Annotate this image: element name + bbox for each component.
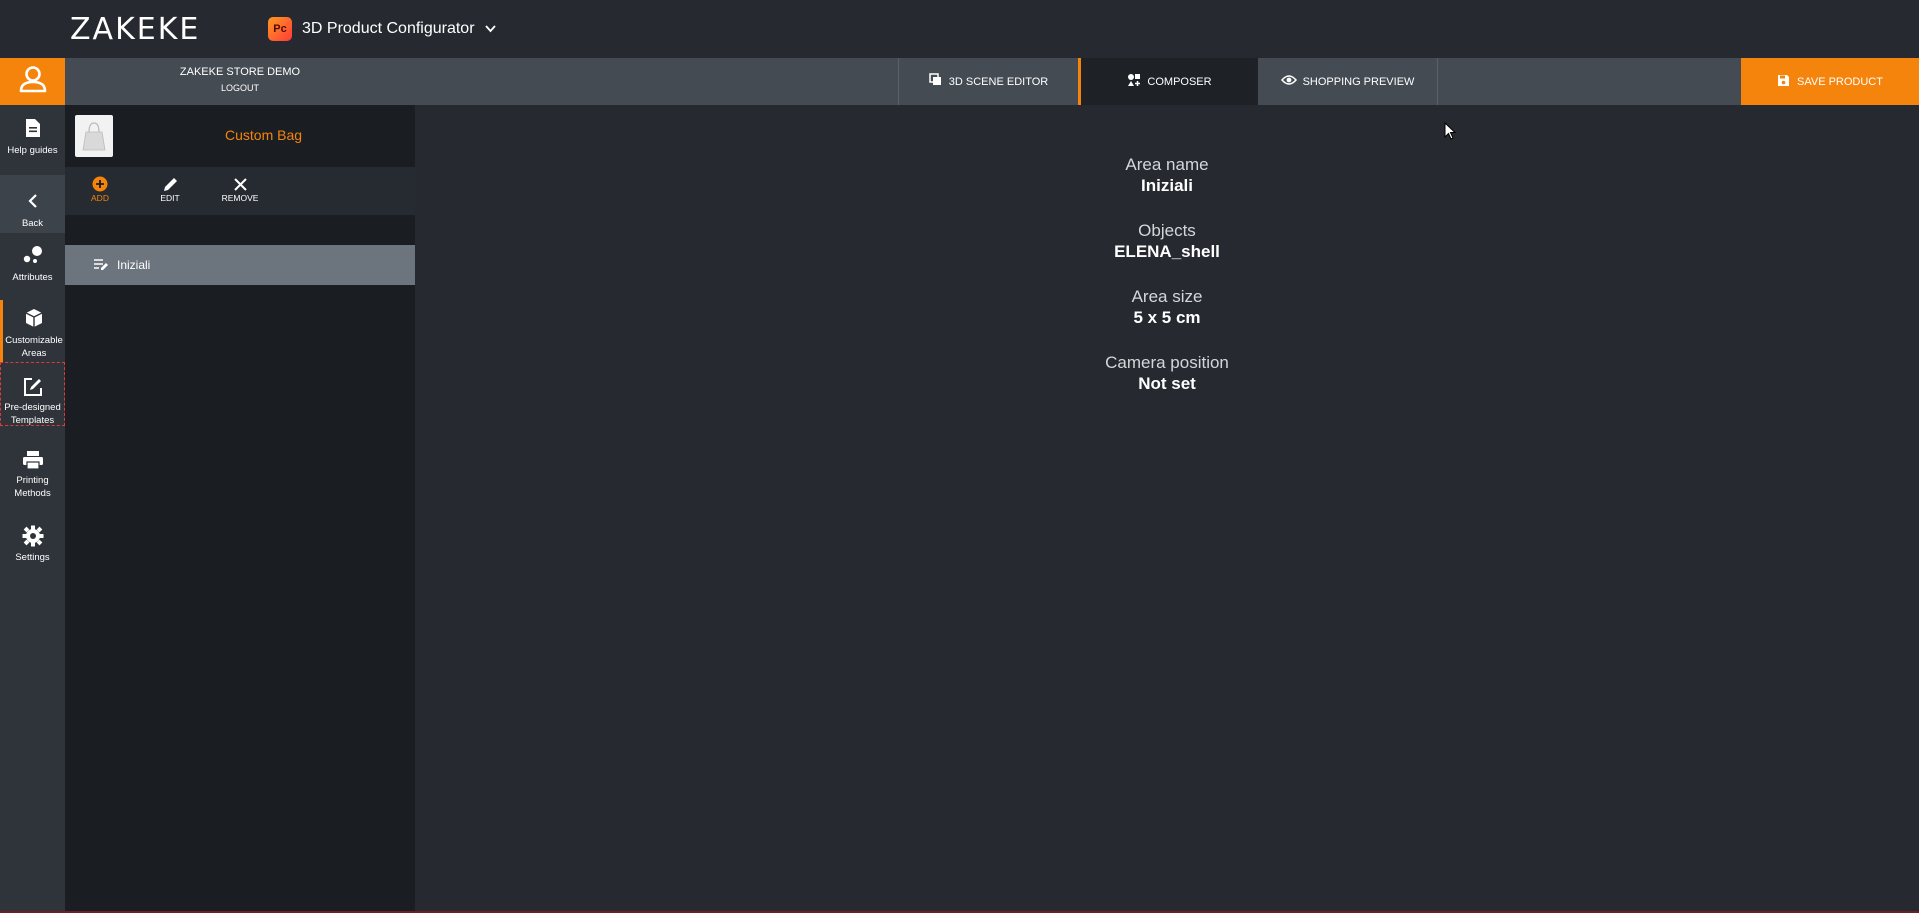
tab-shopping-preview[interactable]: SHOPPING PREVIEW bbox=[1258, 58, 1438, 105]
product-name: Custom Bag bbox=[225, 127, 303, 143]
area-size-block: Area size 5 x 5 cm bbox=[1000, 287, 1334, 329]
rail-label: Pre-designed Templates bbox=[4, 402, 61, 426]
user-icon bbox=[18, 65, 48, 98]
product-header: Custom Bag bbox=[65, 105, 415, 167]
close-icon bbox=[233, 175, 247, 193]
logout-link[interactable]: LOGOUT bbox=[65, 83, 415, 93]
rail-customizable-areas[interactable]: Customizable Areas bbox=[0, 300, 65, 362]
areas-panel: Custom Bag ADD EDIT REMOVE Iniziali bbox=[65, 105, 415, 913]
zakeke-logo[interactable]: ZAKEKE bbox=[70, 12, 200, 47]
shapes-icon bbox=[1127, 73, 1141, 90]
plus-circle-icon bbox=[92, 175, 108, 193]
chevron-down-icon bbox=[484, 22, 496, 36]
app-badge: Pc bbox=[268, 17, 292, 41]
mouse-cursor-icon bbox=[1444, 121, 1457, 145]
printer-icon bbox=[22, 450, 44, 470]
tab-composer[interactable]: COMPOSER bbox=[1078, 58, 1258, 105]
rail-label: Settings bbox=[15, 552, 50, 563]
chevron-left-icon bbox=[27, 189, 38, 213]
tab-label: 3D SCENE EDITOR bbox=[948, 75, 1049, 88]
add-button[interactable]: ADD bbox=[70, 175, 130, 203]
tabs-bar: 3D SCENE EDITOR COMPOSER SHOPPING PREVIE… bbox=[415, 58, 1919, 105]
rail-label: Attributes bbox=[12, 272, 53, 283]
area-actions: ADD EDIT REMOVE bbox=[65, 167, 415, 215]
camera-position-block: Camera position Not set bbox=[1000, 353, 1334, 395]
edit-label: EDIT bbox=[160, 193, 180, 203]
area-label: Iniziali bbox=[117, 258, 151, 272]
gear-icon bbox=[22, 524, 44, 547]
remove-button[interactable]: REMOVE bbox=[210, 175, 270, 203]
eye-icon bbox=[1280, 74, 1297, 89]
rail-printing-methods[interactable]: Printing Methods bbox=[0, 438, 65, 500]
save-label: SAVE PRODUCT bbox=[1797, 75, 1883, 88]
area-name-label: Area name bbox=[1125, 155, 1209, 174]
area-name-block: Area name Iniziali bbox=[1000, 155, 1334, 197]
store-name: ZAKEKE STORE DEMO bbox=[179, 66, 301, 78]
document-icon bbox=[25, 116, 41, 140]
rail-help-guides[interactable]: Help guides bbox=[0, 116, 65, 174]
add-label: ADD bbox=[91, 193, 109, 203]
text-edit-icon bbox=[93, 258, 109, 273]
tab-3d-scene-editor[interactable]: 3D SCENE EDITOR bbox=[898, 58, 1078, 105]
area-size-label: Area size bbox=[1131, 287, 1203, 306]
area-name-value: Iniziali bbox=[1141, 176, 1193, 195]
save-product-button[interactable]: SAVE PRODUCT bbox=[1741, 58, 1919, 105]
tab-label: COMPOSER bbox=[1147, 75, 1212, 88]
edit-button[interactable]: EDIT bbox=[140, 175, 200, 203]
product-thumbnail bbox=[75, 115, 113, 157]
camera-position-value: Not set bbox=[1138, 374, 1196, 393]
remove-label: REMOVE bbox=[221, 193, 259, 203]
objects-label: Objects bbox=[1138, 221, 1196, 240]
rail-label: Customizable Areas bbox=[5, 335, 63, 359]
store-header: ZAKEKE STORE DEMO LOGOUT bbox=[65, 58, 415, 105]
objects-block: Objects ELENA_shell bbox=[1000, 221, 1334, 263]
save-icon bbox=[1777, 74, 1790, 90]
area-list-item[interactable]: Iniziali bbox=[65, 245, 415, 285]
edit-square-icon bbox=[23, 377, 43, 397]
tab-label: SHOPPING PREVIEW bbox=[1302, 75, 1415, 88]
objects-value: ELENA_shell bbox=[1114, 242, 1220, 261]
user-button[interactable] bbox=[0, 58, 72, 105]
rail-label: Back bbox=[21, 218, 44, 229]
rail-attributes[interactable]: Attributes bbox=[0, 243, 65, 301]
cube-icon bbox=[24, 306, 44, 330]
pencil-icon bbox=[163, 175, 178, 193]
rail-settings[interactable]: Settings bbox=[0, 512, 65, 564]
area-size-value: 5 x 5 cm bbox=[1133, 308, 1201, 327]
app-switcher[interactable]: Pc 3D Product Configurator bbox=[268, 16, 496, 42]
top-bar: ZAKEKE Pc 3D Product Configurator bbox=[0, 0, 1919, 58]
rail-back[interactable]: Back bbox=[0, 175, 65, 233]
rail-pre-designed-templates[interactable]: Pre-designed Templates bbox=[0, 362, 65, 426]
app-name: 3D Product Configurator bbox=[302, 20, 475, 37]
camera-position-label: Camera position bbox=[1105, 353, 1229, 372]
rail-label: Help guides bbox=[7, 145, 58, 156]
left-rail: Help guides Back Attributes Customizable… bbox=[0, 58, 72, 913]
rail-label: Printing Methods bbox=[14, 475, 51, 499]
attributes-icon bbox=[22, 243, 44, 267]
area-details: Area name Iniziali Objects ELENA_shell A… bbox=[1000, 155, 1334, 419]
layers-icon bbox=[929, 73, 943, 90]
